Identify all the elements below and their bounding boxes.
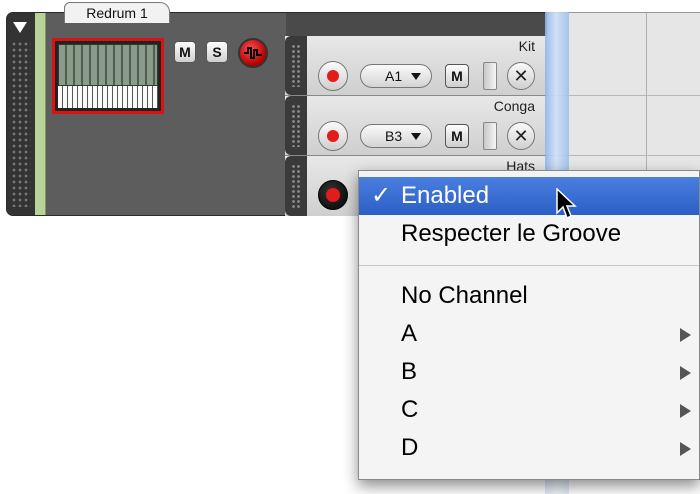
drum-machine-panel bbox=[58, 44, 158, 86]
lane-conga: Conga B3 M ✕ bbox=[285, 96, 547, 156]
menu-item-label: D bbox=[401, 434, 419, 461]
checkmark-icon: ✓ bbox=[371, 182, 392, 209]
caret-down-icon bbox=[411, 73, 421, 80]
note-selector[interactable]: B3 bbox=[360, 124, 432, 148]
close-x-icon[interactable]: ✕ bbox=[507, 122, 535, 150]
track-collapse-strip[interactable] bbox=[7, 13, 35, 215]
lane-mute-button[interactable]: M bbox=[445, 124, 469, 148]
menu-item-label: B bbox=[401, 358, 418, 385]
menu-item-no-channel[interactable]: No Channel bbox=[359, 277, 699, 315]
lane-velocity-slot[interactable] bbox=[483, 62, 497, 90]
note-value: A1 bbox=[385, 68, 403, 84]
lane-velocity-slot[interactable] bbox=[483, 122, 497, 150]
menu-item-enabled[interactable]: ✓ Enabled bbox=[359, 177, 699, 215]
track-color-bar bbox=[35, 13, 46, 215]
menu-item-label: Respecter le Groove bbox=[401, 220, 622, 247]
triangle-down-icon[interactable] bbox=[13, 22, 27, 33]
lane-separator bbox=[547, 155, 700, 156]
close-x-icon[interactable]: ✕ bbox=[507, 62, 535, 90]
track-solo-button[interactable]: S bbox=[206, 41, 228, 63]
menu-item-label: No Channel bbox=[401, 282, 528, 309]
lane-kit: Kit A1 M ✕ bbox=[285, 36, 547, 96]
track-drag-handle[interactable] bbox=[11, 41, 31, 207]
waveform-icon bbox=[244, 47, 262, 59]
record-dot-icon[interactable] bbox=[318, 61, 348, 91]
lane-drag-handle[interactable] bbox=[285, 156, 307, 216]
track-record-button[interactable] bbox=[238, 38, 268, 68]
lane-mute-button[interactable]: M bbox=[445, 64, 469, 88]
menu-item-d[interactable]: D bbox=[359, 429, 699, 467]
track-name-tab[interactable]: Redrum 1 bbox=[64, 2, 170, 23]
context-menu: ✓ Enabled Respecter le Groove No Channel… bbox=[358, 170, 700, 480]
lane-drag-handle[interactable] bbox=[285, 36, 307, 95]
menu-item-label: Enabled bbox=[401, 182, 490, 209]
menu-item-b[interactable]: B bbox=[359, 353, 699, 391]
chevron-right-icon bbox=[680, 328, 691, 342]
lane-separator bbox=[547, 95, 700, 96]
menu-item-respecter-le-groove[interactable]: Respecter le Groove bbox=[359, 215, 699, 253]
redrum-thumbnail-icon[interactable] bbox=[52, 38, 164, 114]
record-dot-icon[interactable] bbox=[318, 121, 348, 151]
keyboard-graphic bbox=[58, 86, 158, 108]
caret-down-icon bbox=[411, 133, 421, 140]
menu-item-label: C bbox=[401, 396, 419, 423]
mouse-pointer-icon bbox=[556, 188, 577, 220]
note-selector[interactable]: A1 bbox=[360, 64, 432, 88]
chevron-right-icon bbox=[680, 442, 691, 456]
lane-drag-handle[interactable] bbox=[285, 96, 307, 155]
chevron-right-icon bbox=[680, 366, 691, 380]
lane-name: Conga bbox=[493, 98, 535, 114]
menu-item-a[interactable]: A bbox=[359, 315, 699, 353]
track-mute-button[interactable]: M bbox=[174, 41, 196, 63]
menu-separator bbox=[359, 265, 699, 266]
menu-item-c[interactable]: C bbox=[359, 391, 699, 429]
menu-item-label: A bbox=[401, 320, 418, 347]
note-value: B3 bbox=[385, 128, 403, 144]
record-dot-icon[interactable] bbox=[318, 180, 348, 210]
lane-name: Kit bbox=[518, 38, 535, 54]
chevron-right-icon bbox=[680, 404, 691, 418]
